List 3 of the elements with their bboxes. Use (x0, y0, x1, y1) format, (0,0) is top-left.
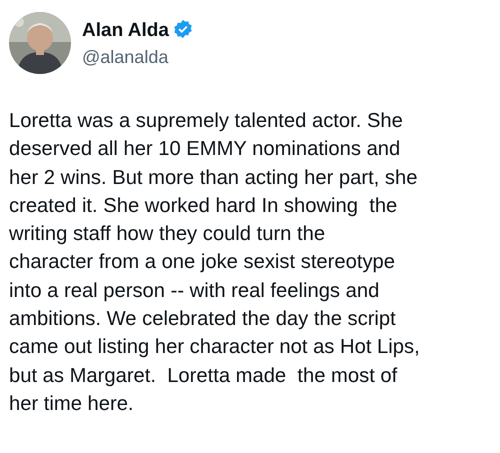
author-handle: @alanalda (82, 46, 170, 68)
post-text: Loretta was a supremely talented actor. She deserved all her 10 EMMY nominations and her 2 wins. But more than acting her part, she created it. She worked hard In showing the writing staff how they could turn the character from a one joke sexist stereotype into a real person -- with real feelings and ambitions. We celebrated the day the script came out listing her character not as Hot Lips, but as Margaret. Loretta made the most of her time here. (9, 109, 421, 417)
author-name: Alan Alda (82, 20, 169, 42)
